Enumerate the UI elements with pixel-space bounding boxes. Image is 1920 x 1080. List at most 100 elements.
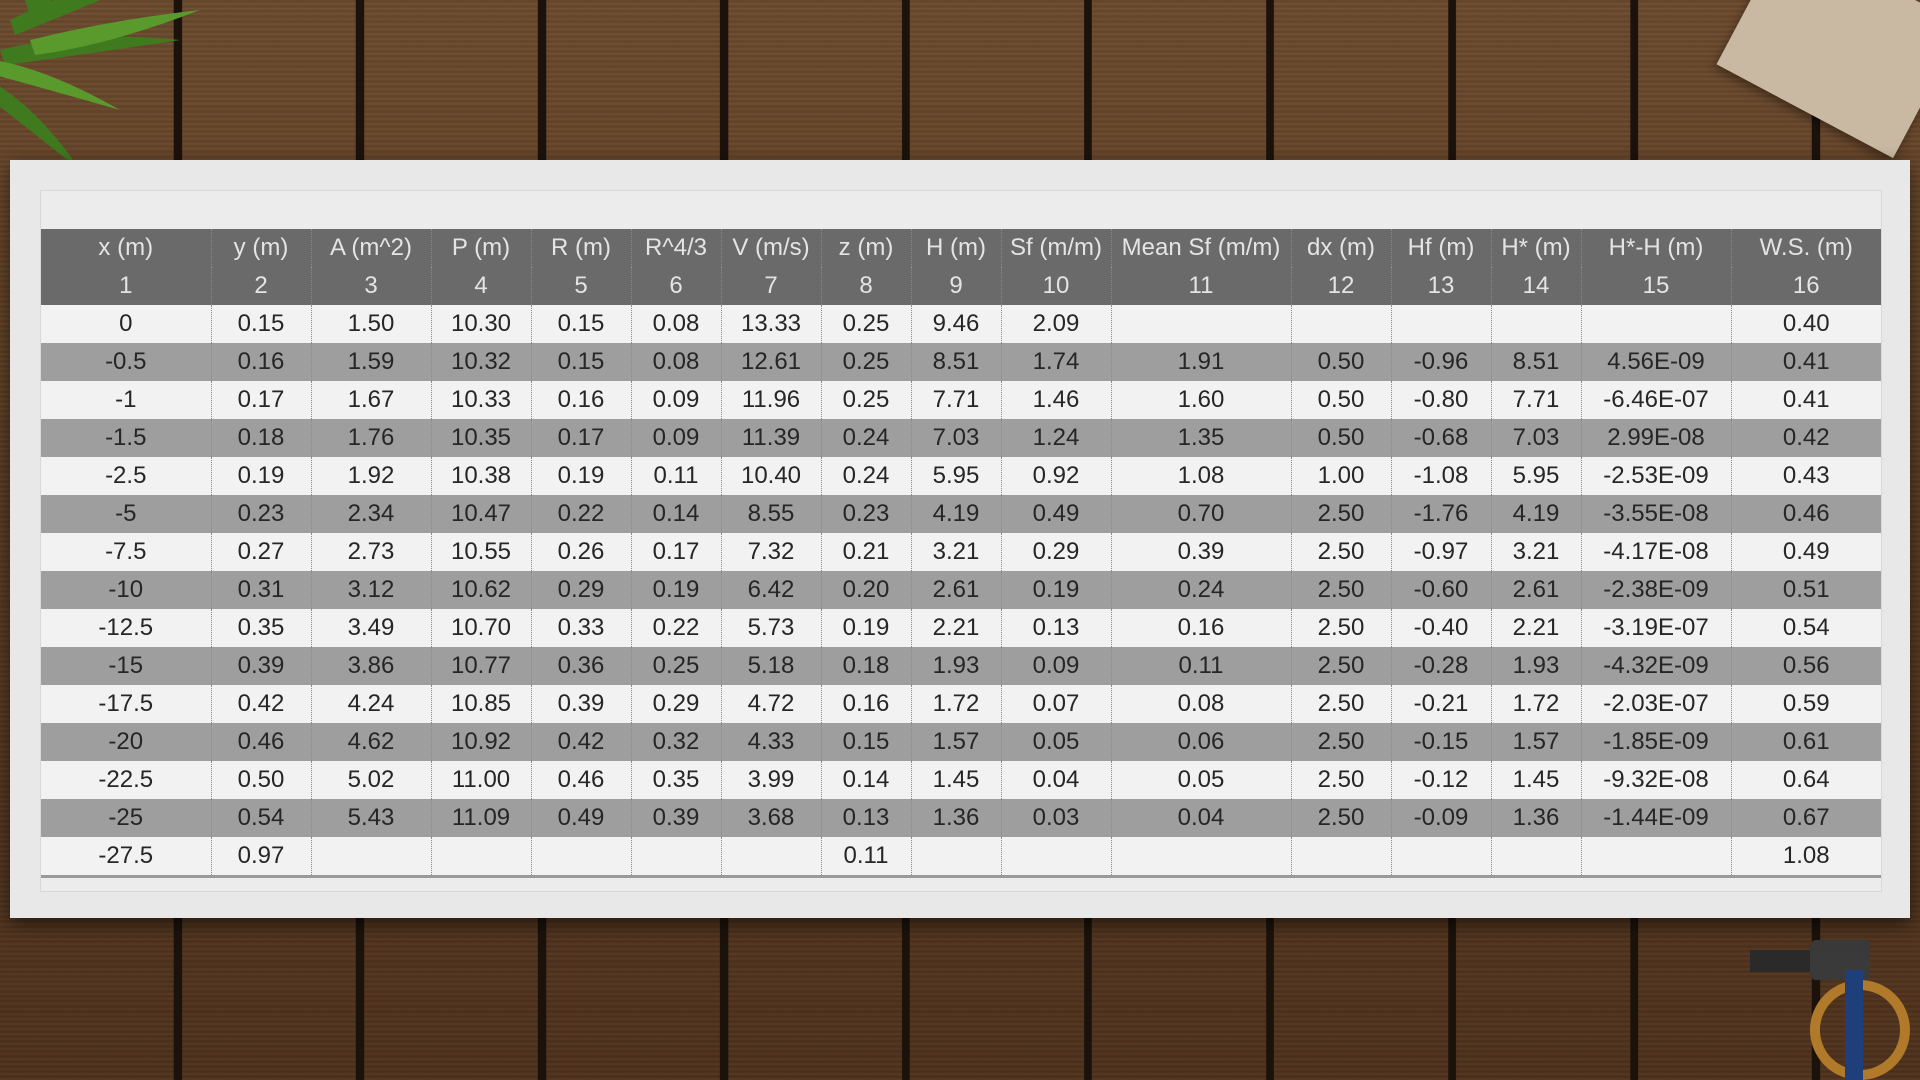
table-cell: 5.73: [720, 609, 821, 647]
table-cell: 1.91: [1110, 343, 1291, 381]
table-cell: -0.28: [1390, 647, 1491, 685]
table-cell: 0.13: [820, 799, 911, 837]
column-number: 4: [430, 267, 531, 305]
table-cell: 5.43: [310, 799, 431, 837]
column-header: V (m/s): [720, 229, 821, 267]
table-row: -7.5 0.27 2.73 10.55 0.26 0.17 7.32 0.21 3.21 0.2…: [41, 533, 1881, 571]
table-cell: 0.31: [210, 571, 311, 609]
table-cell: [1000, 837, 1111, 878]
table-cell: -20: [108, 728, 144, 755]
table-cell: 0.92: [1000, 457, 1111, 495]
column-number: 8: [820, 267, 911, 305]
table-cell: [720, 837, 821, 878]
table-cell: 0.11: [630, 457, 721, 495]
table-cell: 4.24: [310, 685, 431, 723]
table-cell: -4.32E-09: [1580, 647, 1731, 685]
table-cell: 7.71: [1490, 381, 1581, 419]
column-header: z (m): [820, 229, 911, 267]
table-cell: -0.60: [1390, 571, 1491, 609]
table-cell: 0: [119, 310, 133, 337]
table-cell: [1390, 305, 1491, 343]
table-cell: 0.50: [1290, 419, 1391, 457]
table-cell: 10.55: [430, 533, 531, 571]
table-cell: 0.17: [530, 419, 631, 457]
table-cell: 0.04: [1000, 761, 1111, 799]
column-header: W.S. (m): [1730, 229, 1881, 267]
table-cell: 0.27: [210, 533, 311, 571]
table-cell: 3.68: [720, 799, 821, 837]
table-cell: 0.24: [1110, 571, 1291, 609]
table-cell: -10: [108, 576, 144, 603]
table-cell: 0.14: [820, 761, 911, 799]
table-cell: 0.26: [530, 533, 631, 571]
column-number: 3: [310, 267, 431, 305]
table-cell: 5.95: [910, 457, 1001, 495]
table-cell: 4.56E-09: [1580, 343, 1731, 381]
table-cell: 0.39: [1110, 533, 1291, 571]
table-cell: 11.96: [720, 381, 821, 419]
table-cell: 1.93: [1490, 647, 1581, 685]
table-cell: 4.19: [910, 495, 1001, 533]
table-cell: 0.54: [1730, 609, 1881, 647]
table-cell: 0.16: [530, 381, 631, 419]
table-cell: 2.61: [1490, 571, 1581, 609]
table-cell: 5.18: [720, 647, 821, 685]
table-cell: 0.11: [1110, 647, 1291, 685]
table-row: 0 0.15 1.50 10.30 0.15 0.08 13.33 0.25 9.46 2.09 0…: [41, 305, 1881, 343]
table-cell: 2.61: [910, 571, 1001, 609]
table-cell: -2.5: [105, 462, 147, 489]
table-cell: -3.55E-08: [1580, 495, 1731, 533]
table-cell: -17.5: [98, 690, 154, 717]
table-cell: 0.24: [820, 457, 911, 495]
table-cell: -2.03E-07: [1580, 685, 1731, 723]
table-cell: 0.19: [630, 571, 721, 609]
column-header: A (m^2): [310, 229, 431, 267]
table-cell: 0.29: [530, 571, 631, 609]
table-cell: 0.19: [210, 457, 311, 495]
table-cell: 0.05: [1000, 723, 1111, 761]
table-cell: 3.12: [310, 571, 431, 609]
table-cell: 1.36: [910, 799, 1001, 837]
table-cell: 1.76: [310, 419, 431, 457]
table-cell: 0.16: [210, 343, 311, 381]
table-cell: 0.18: [210, 419, 311, 457]
table-cell: -2.53E-09: [1580, 457, 1731, 495]
table-cell: 1.72: [910, 685, 1001, 723]
table-cell: 12.61: [720, 343, 821, 381]
table-cell: 0.32: [630, 723, 721, 761]
table-cell: -0.80: [1390, 381, 1491, 419]
table-cell: 0.19: [530, 457, 631, 495]
table-cell: 0.39: [530, 685, 631, 723]
table-cell: 7.32: [720, 533, 821, 571]
table-cell: 0.07: [1000, 685, 1111, 723]
table-cell: 0.19: [820, 609, 911, 647]
table-cell: 8.55: [720, 495, 821, 533]
table-cell: [630, 837, 721, 878]
table-cell: 0.29: [1000, 533, 1111, 571]
tool-decoration: [1750, 940, 1910, 1080]
table-cell: 11.00: [430, 761, 531, 799]
table-cell: 7.71: [910, 381, 1001, 419]
table-cell: 2.34: [310, 495, 431, 533]
table-cell: 0.08: [630, 305, 721, 343]
table-cell: 1.57: [1490, 723, 1581, 761]
table-cell: 0.29: [630, 685, 721, 723]
table-row: -2.5 0.19 1.92 10.38 0.19 0.11 10.40 0.24 5.95 0.…: [41, 457, 1881, 495]
column-header: Sf (m/m): [1000, 229, 1111, 267]
table-cell: 0.17: [210, 381, 311, 419]
table-cell: 0.97: [210, 837, 311, 878]
table-cell: 0.42: [210, 685, 311, 723]
table-cell: 10.33: [430, 381, 531, 419]
table-cell: 1.60: [1110, 381, 1291, 419]
table-cell: 10.35: [430, 419, 531, 457]
column-header: Hf (m): [1390, 229, 1491, 267]
table-cell: [1110, 305, 1291, 343]
table-cell: 10.30: [430, 305, 531, 343]
table-cell: 2.50: [1290, 685, 1391, 723]
table-cell: 4.19: [1490, 495, 1581, 533]
table-cell: -1: [115, 386, 137, 413]
table-cell: 0.61: [1730, 723, 1881, 761]
table-cell: 2.50: [1290, 761, 1391, 799]
column-header-row: x (m) y (m) A (m^2) P (m) R (m) R^4/3 V (m/s) z…: [41, 229, 1881, 267]
table-row: -22.5 0.50 5.02 11.00 0.46 0.35 3.99 0.14 1.45 0.…: [41, 761, 1881, 799]
